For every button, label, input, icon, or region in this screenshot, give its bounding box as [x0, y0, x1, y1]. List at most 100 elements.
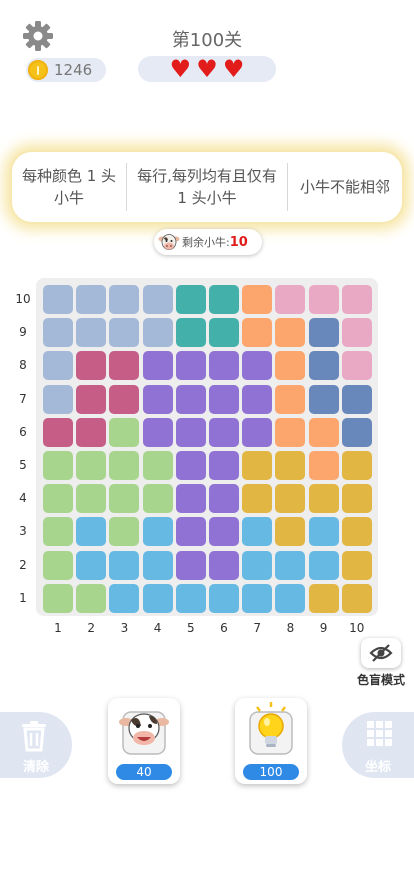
board-cell[interactable] [275, 484, 306, 514]
board-cell[interactable] [43, 583, 73, 613]
bulb-hint-button[interactable]: 100 [235, 698, 307, 784]
board-cell[interactable] [209, 484, 239, 514]
board-cell[interactable] [242, 417, 273, 447]
board-cell[interactable] [209, 285, 239, 314]
board-cell[interactable] [175, 583, 206, 613]
clear-button[interactable]: 清除 [0, 712, 72, 778]
cow-hint-button[interactable]: 40 [108, 698, 180, 784]
board-cell[interactable] [175, 318, 206, 348]
board-cell[interactable] [308, 351, 339, 381]
board-cell[interactable] [209, 451, 239, 480]
board-cell[interactable] [109, 583, 140, 613]
board-cell[interactable] [43, 550, 73, 580]
board-cell[interactable] [43, 351, 73, 381]
board-cell[interactable] [242, 285, 273, 314]
board-cell[interactable] [76, 484, 107, 514]
board-cell[interactable] [175, 351, 206, 381]
board-cell[interactable] [341, 583, 372, 613]
board-cell[interactable] [43, 318, 73, 348]
board-cell[interactable] [209, 318, 239, 348]
board-cell[interactable] [242, 550, 273, 580]
board-cell[interactable] [142, 550, 173, 580]
board-cell[interactable] [109, 384, 140, 414]
board-cell[interactable] [242, 384, 273, 414]
board-cell[interactable] [142, 484, 173, 514]
board-cell[interactable] [109, 417, 140, 447]
board-cell[interactable] [275, 384, 306, 414]
board-cell[interactable] [76, 417, 107, 447]
board-cell[interactable] [109, 484, 140, 514]
board-cell[interactable] [142, 285, 173, 314]
board-cell[interactable] [275, 351, 306, 381]
board-cell[interactable] [308, 451, 339, 480]
board-cell[interactable] [43, 384, 73, 414]
board-cell[interactable] [76, 550, 107, 580]
board-cell[interactable] [341, 285, 372, 314]
board-cell[interactable] [43, 484, 73, 514]
board-cell[interactable] [209, 550, 239, 580]
board-cell[interactable] [175, 550, 206, 580]
board-cell[interactable] [308, 384, 339, 414]
board-cell[interactable] [242, 517, 273, 547]
board-cell[interactable] [308, 583, 339, 613]
board-cell[interactable] [76, 517, 107, 547]
board-cell[interactable] [175, 417, 206, 447]
board-cell[interactable] [76, 583, 107, 613]
board-cell[interactable] [142, 318, 173, 348]
board-cell[interactable] [341, 417, 372, 447]
board-cell[interactable] [43, 517, 73, 547]
board-cell[interactable] [76, 351, 107, 381]
board-cell[interactable] [308, 417, 339, 447]
board-cell[interactable] [275, 451, 306, 480]
board-cell[interactable] [109, 318, 140, 348]
board-cell[interactable] [175, 285, 206, 314]
board-cell[interactable] [341, 517, 372, 547]
board-cell[interactable] [242, 351, 273, 381]
board-cell[interactable] [209, 583, 239, 613]
board-cell[interactable] [109, 451, 140, 480]
board-cell[interactable] [275, 550, 306, 580]
board-cell[interactable] [43, 285, 73, 314]
board-cell[interactable] [341, 550, 372, 580]
board-cell[interactable] [142, 384, 173, 414]
board-cell[interactable] [308, 484, 339, 514]
board-cell[interactable] [142, 517, 173, 547]
board-cell[interactable] [43, 451, 73, 480]
board-cell[interactable] [209, 517, 239, 547]
board-cell[interactable] [308, 318, 339, 348]
board-cell[interactable] [76, 451, 107, 480]
board-cell[interactable] [142, 583, 173, 613]
board-cell[interactable] [76, 384, 107, 414]
board-cell[interactable] [275, 285, 306, 314]
board-cell[interactable] [142, 351, 173, 381]
board-cell[interactable] [109, 550, 140, 580]
board-cell[interactable] [142, 417, 173, 447]
board-cell[interactable] [275, 583, 306, 613]
board-cell[interactable] [275, 517, 306, 547]
board-cell[interactable] [308, 285, 339, 314]
board-cell[interactable] [341, 384, 372, 414]
color-blind-toggle-button[interactable] [361, 638, 401, 668]
board-cell[interactable] [76, 318, 107, 348]
board-cell[interactable] [242, 484, 273, 514]
board-cell[interactable] [341, 484, 372, 514]
board-cell[interactable] [242, 451, 273, 480]
board-cell[interactable] [109, 517, 140, 547]
board-cell[interactable] [341, 318, 372, 348]
board-cell[interactable] [142, 451, 173, 480]
board-cell[interactable] [308, 517, 339, 547]
board-cell[interactable] [175, 517, 206, 547]
board-cell[interactable] [209, 351, 239, 381]
board-cell[interactable] [175, 384, 206, 414]
board-cell[interactable] [275, 318, 306, 348]
board-cell[interactable] [242, 318, 273, 348]
board-cell[interactable] [76, 285, 107, 314]
board-cell[interactable] [109, 285, 140, 314]
board-cell[interactable] [175, 484, 206, 514]
board-cell[interactable] [341, 451, 372, 480]
coordinates-button[interactable]: 坐标 [342, 712, 414, 778]
board-cell[interactable] [308, 550, 339, 580]
board-cell[interactable] [43, 417, 73, 447]
board-cell[interactable] [209, 384, 239, 414]
board-cell[interactable] [109, 351, 140, 381]
